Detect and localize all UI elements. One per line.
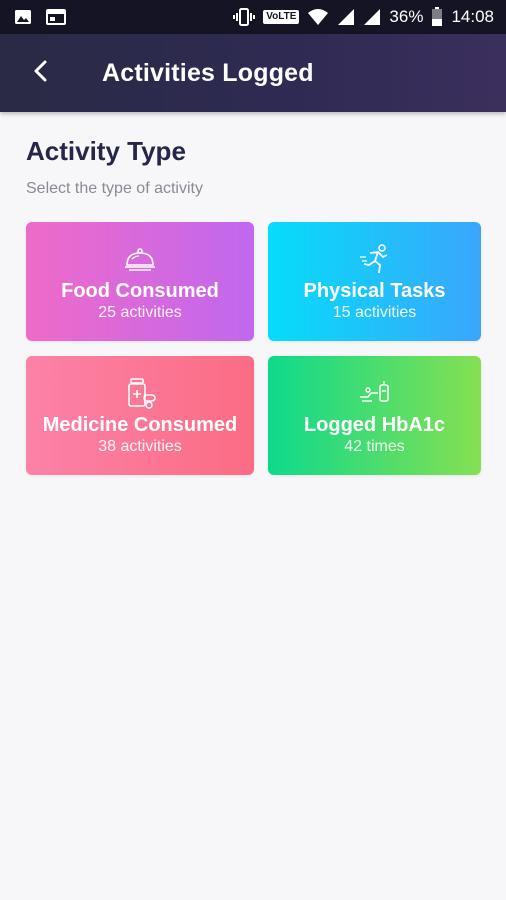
- section-subtitle: Select the type of activity: [26, 180, 203, 197]
- food-cloche-icon: [123, 241, 157, 275]
- card-count: 25 activities: [98, 303, 182, 321]
- notification-icons: [14, 9, 66, 25]
- card-count: 15 activities: [332, 303, 417, 321]
- card-title: Food Consumed: [61, 279, 219, 302]
- card-title: Medicine Consumed: [42, 413, 238, 436]
- food-consumed-card[interactable]: Food Consumed 25 activities: [26, 222, 254, 341]
- signal-icon: [337, 8, 355, 26]
- activity-type-grid: Food Consumed 25 activities Physical Tas…: [26, 222, 481, 475]
- card-count: 38 activities: [98, 437, 182, 455]
- clock: 14:08: [451, 7, 494, 26]
- page-title: Activities Logged: [102, 58, 314, 87]
- card-title: Logged HbA1c: [303, 413, 446, 436]
- status-bar: VoLTE 36% 14:08: [0, 0, 506, 34]
- app-bar: Activities Logged: [0, 34, 506, 112]
- battery-percent: 36%: [389, 7, 424, 26]
- card-title: Physical Tasks: [303, 279, 446, 302]
- medicine-consumed-card[interactable]: Medicine Consumed 38 activities: [26, 356, 254, 475]
- battery-icon: [431, 7, 443, 27]
- section-title: Activity Type: [26, 136, 186, 166]
- physical-tasks-card[interactable]: Physical Tasks 15 activities: [268, 222, 481, 341]
- wifi-icon: [307, 8, 329, 26]
- system-icons: VoLTE 36% 14:08: [233, 7, 494, 27]
- glucose-meter-icon: [358, 375, 392, 409]
- back-button[interactable]: [0, 34, 80, 112]
- image-icon: [14, 9, 32, 25]
- calendar-icon: [46, 9, 66, 25]
- main-content: Activity Type Select the type of activit…: [0, 112, 506, 900]
- card-count: 42 times: [344, 437, 405, 455]
- back-arrow-icon: [32, 59, 48, 88]
- volte-badge: VoLTE: [263, 10, 300, 24]
- medicine-bottle-icon: [123, 375, 157, 409]
- signal-icon: [363, 8, 381, 26]
- running-person-icon: [358, 241, 392, 275]
- logged-hba1c-card[interactable]: Logged HbA1c 42 times: [268, 356, 481, 475]
- vibrate-icon: [233, 8, 256, 26]
